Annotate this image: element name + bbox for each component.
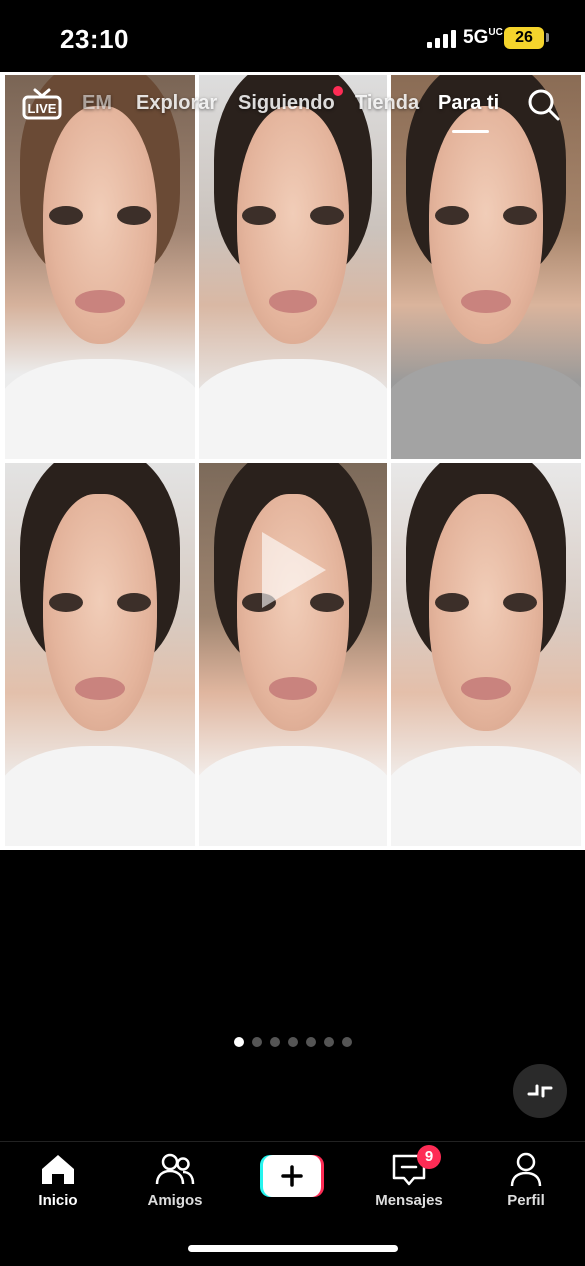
shirt-shape [199, 359, 387, 459]
eye-shape [48, 205, 83, 225]
page-dot [270, 1037, 280, 1047]
page-dot [342, 1037, 352, 1047]
shirt-shape [5, 359, 195, 459]
shirt-shape [199, 746, 387, 846]
collapse-icon [527, 1084, 553, 1098]
battery-nub [546, 33, 549, 42]
active-tab-underline [452, 130, 489, 133]
tab-em[interactable]: EM [82, 92, 112, 115]
eye-shape [309, 205, 344, 225]
tab-inicio[interactable]: Inicio [3, 1150, 113, 1209]
tab-label: Inicio [38, 1192, 78, 1209]
tab-para-ti[interactable]: Para ti [438, 92, 499, 115]
photo-tile-4[interactable] [5, 463, 195, 846]
play-icon[interactable] [258, 530, 328, 610]
photo-tile-6[interactable] [391, 463, 581, 846]
collapse-button[interactable] [513, 1064, 567, 1118]
home-indicator[interactable] [188, 1245, 398, 1252]
status-bar: 23:10 5GUC 26 [0, 0, 585, 72]
eye-shape [117, 205, 152, 225]
page-dot [288, 1037, 298, 1047]
page-dot [324, 1037, 334, 1047]
tab-explorar[interactable]: Explorar [136, 92, 217, 115]
photo-tile-2[interactable] [199, 75, 387, 459]
tab-siguiendo[interactable]: Siguiendo [238, 92, 335, 115]
messages-badge: 9 [417, 1145, 441, 1169]
live-icon-label: LIVE [28, 101, 57, 116]
shirt-shape [391, 359, 581, 459]
profile-icon [510, 1152, 542, 1187]
tab-perfil[interactable]: Perfil [471, 1150, 581, 1209]
lips-shape [461, 290, 511, 314]
photo-tile-1[interactable] [5, 75, 195, 459]
live-icon[interactable]: LIVE [22, 88, 62, 120]
photo-grid[interactable] [0, 72, 585, 850]
tab-label: Amigos [147, 1192, 203, 1209]
network-label: 5GUC [463, 27, 503, 48]
photo-tile-5[interactable] [199, 463, 387, 846]
friends-icon [155, 1153, 195, 1185]
search-icon[interactable] [526, 87, 560, 121]
shirt-shape [391, 746, 581, 846]
home-icon [42, 1155, 74, 1184]
tab-tienda[interactable]: Tienda [355, 92, 419, 115]
battery-indicator: 26 [504, 27, 544, 49]
signal-icon [427, 30, 459, 48]
carousel-indicator [234, 1037, 352, 1047]
eye-shape [434, 205, 469, 225]
tab-label: Perfil [507, 1192, 545, 1209]
tab-mensajes[interactable]: Mensajes [354, 1150, 464, 1209]
top-nav: LIVE EM Explorar Siguiendo Tienda Para t… [0, 80, 585, 133]
page-dot [252, 1037, 262, 1047]
tab-amigos[interactable]: Amigos [120, 1150, 230, 1209]
status-time: 23:10 [60, 24, 129, 54]
page-dot [234, 1037, 244, 1047]
create-button[interactable] [260, 1155, 324, 1197]
lips-shape [75, 290, 125, 314]
tab-label: Mensajes [375, 1192, 443, 1209]
page-dot [306, 1037, 316, 1047]
lips-shape [268, 290, 318, 314]
notification-dot [333, 86, 343, 96]
eye-shape [242, 205, 277, 225]
eye-shape [503, 205, 538, 225]
shirt-shape [5, 746, 195, 846]
